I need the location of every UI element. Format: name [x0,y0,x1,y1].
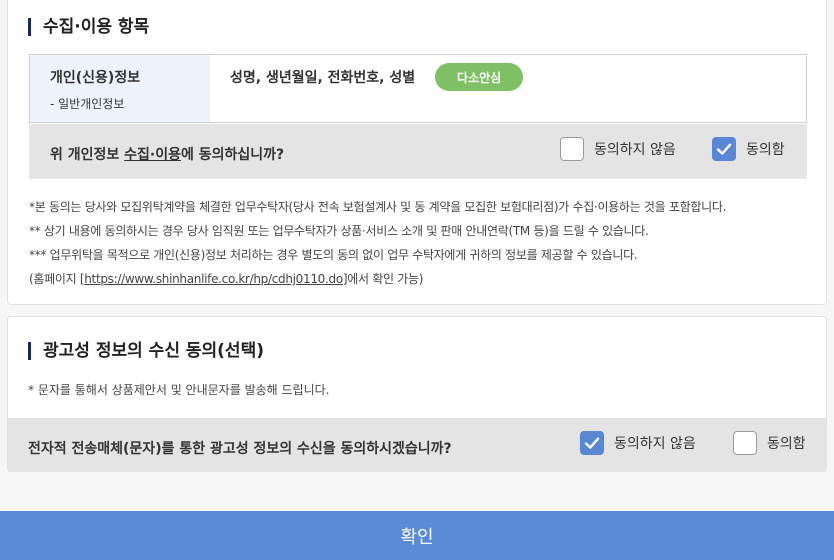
note-line-3: *** 업무위탁을 목적으로 개인(신용)정보 처리하는 경우 별도의 동의 없… [29,248,638,262]
note-homepage-prefix: (홈페이지 [ [29,272,85,286]
agree-question-collection: 위 개인정보 수집·이용에 동의하십니까? [50,144,284,164]
info-table-body: 성명, 생년월일, 전화번호, 성별 다소안심 [210,55,806,122]
info-table-header: 개인(신용)정보 - 일반개인정보 [30,55,210,122]
agree-option-collection[interactable]: 동의함 [712,137,785,161]
agree-label: 동의함 [746,142,785,158]
note-line-1: *본 동의는 당사와 모집위탁계약을 체결한 업무수탁자(당사 전속 보험설계사… [29,200,727,214]
agree-bar-collection: 위 개인정보 수집·이용에 동의하십니까? 동의하지 않음 동의함 [29,124,807,179]
question-suffix: 에 동의하십니까? [181,147,285,163]
agree-question-marketing: 전자적 전송매체(문자)를 통한 광고성 정보의 수신을 동의하시겠습니까? [28,441,452,457]
marketing-note: * 문자를 통해서 상품제안서 및 안내문자를 발송해 드립니다. [28,383,330,397]
disagree-label: 동의하지 않음 [594,142,676,158]
safety-badge: 다소안심 [435,63,524,91]
question-prefix: 위 개인정보 [50,147,125,163]
info-category: 개인(신용)정보 [50,70,141,86]
agree-option-marketing[interactable]: 동의함 [733,431,806,455]
info-items: 성명, 생년월일, 전화번호, 성별 [230,70,416,86]
disagree-option-collection[interactable]: 동의하지 않음 [560,137,676,161]
agree-checkbox-marketing[interactable] [733,431,757,455]
question-link[interactable]: 수집·이용 [124,147,181,163]
consent-card-marketing: 광고성 정보의 수신 동의(선택) * 문자를 통해서 상품제안서 및 안내문자… [7,316,827,472]
consent-notes: *본 동의는 당사와 모집위탁계약을 체결한 업무수탁자(당사 전속 보험설계사… [29,195,726,291]
disagree-label: 동의하지 않음 [614,436,696,452]
disagree-checkbox-marketing[interactable] [580,431,604,455]
agree-checkbox-collection[interactable] [712,137,736,161]
disagree-checkbox-collection[interactable] [560,137,584,161]
agree-label: 동의함 [767,436,806,452]
confirm-button[interactable]: 확인 [0,511,834,560]
disagree-option-marketing[interactable]: 동의하지 않음 [580,431,696,455]
section-title-marketing: 광고성 정보의 수신 동의(선택) [28,342,264,360]
note-line-2: ** 상기 내용에 동의하시는 경우 당사 임직원 또는 업무수탁자가 상품·서… [29,224,649,238]
info-subcategory: - 일반개인정보 [50,97,125,111]
check-icon [716,143,732,155]
section-title-collection: 수집·이용 항목 [28,18,149,36]
note-line-4: (홈페이지 [https://www.shinhanlife.co.kr/hp/… [29,267,726,291]
check-icon [584,437,600,449]
consent-card-collection: 수집·이용 항목 개인(신용)정보 - 일반개인정보 성명, 생년월일, 전화번… [7,0,827,305]
agree-bar-marketing: 전자적 전송매체(문자)를 통한 광고성 정보의 수신을 동의하시겠습니까? 동… [8,418,826,472]
homepage-link[interactable]: https://www.shinhanlife.co.kr/hp/cdhj011… [84,272,343,286]
note-homepage-suffix: ]에서 확인 가능) [342,272,424,286]
info-table: 개인(신용)정보 - 일반개인정보 성명, 생년월일, 전화번호, 성별 다소안… [29,54,807,123]
